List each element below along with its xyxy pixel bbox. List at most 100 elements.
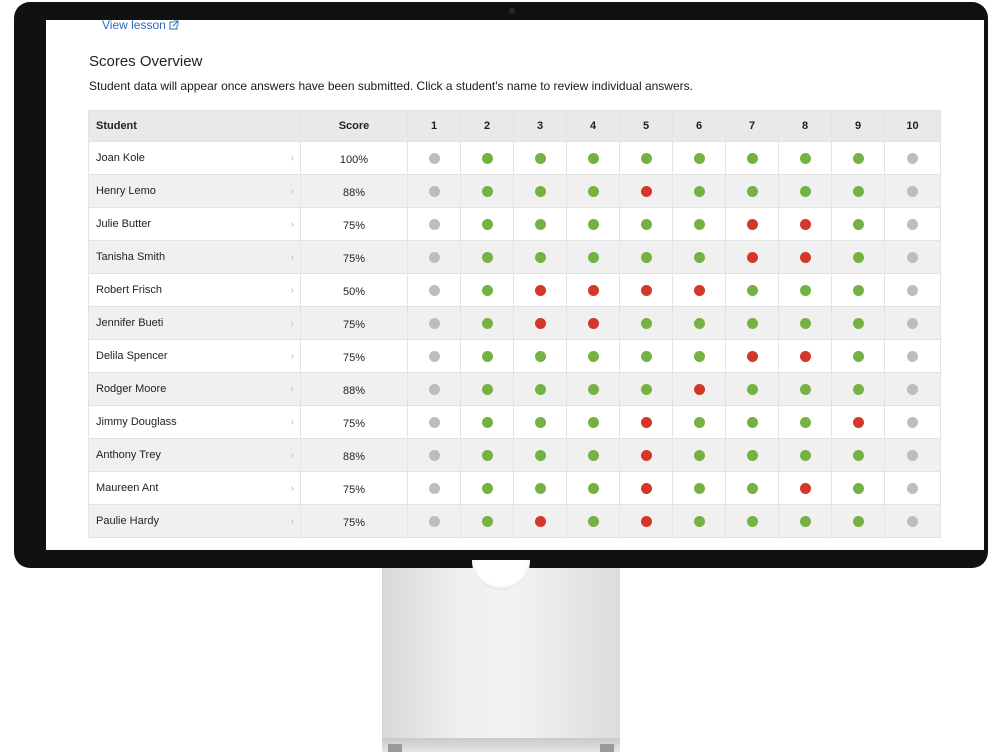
answer-cell-q10 <box>884 372 941 406</box>
answer-cell-q9 <box>831 339 885 373</box>
student-name-link[interactable]: Delila Spencer › <box>96 350 300 362</box>
answer-cell-q5 <box>619 405 673 439</box>
answer-status-correct-icon <box>693 185 705 197</box>
chevron-right-icon: › <box>290 383 294 395</box>
student-name: Anthony Trey <box>96 449 161 461</box>
header-question-1: 1 <box>407 110 461 142</box>
stand-foot-left <box>388 744 402 752</box>
answer-status-not-answered-icon <box>907 218 918 230</box>
student-name-link[interactable]: Anthony Trey › <box>96 449 300 461</box>
answer-status-not-answered-icon <box>428 383 440 395</box>
student-name-link[interactable]: Joan Kole › <box>96 152 300 164</box>
answer-cell-q3 <box>513 372 567 406</box>
answer-cell-q4 <box>566 240 620 274</box>
answer-cell-q8 <box>778 306 832 340</box>
answer-status-correct-icon <box>587 449 599 461</box>
answer-status-correct-icon <box>746 383 758 395</box>
monitor-screen: View lesson Scores Overview Student data… <box>46 20 984 550</box>
student-name-cell[interactable]: Julie Butter › <box>88 207 301 241</box>
answer-status-not-answered-icon <box>428 350 440 362</box>
answer-status-correct-icon <box>587 218 599 230</box>
answer-cell-q2 <box>460 141 514 175</box>
answer-status-incorrect-icon <box>640 185 652 197</box>
table-row: Julie Butter › 75% <box>88 207 941 241</box>
answer-cell-q5 <box>619 372 673 406</box>
student-name-cell[interactable]: Tanisha Smith › <box>88 240 301 274</box>
answer-status-correct-icon <box>693 152 705 164</box>
student-name-link[interactable]: Jimmy Douglass › <box>96 416 300 428</box>
answer-cell-q5 <box>619 471 673 505</box>
answer-cell-q1 <box>407 339 461 373</box>
student-name-link[interactable]: Henry Lemo › <box>96 185 300 197</box>
student-name-cell[interactable]: Rodger Moore › <box>88 372 301 406</box>
student-name-link[interactable]: Tanisha Smith › <box>96 251 300 263</box>
answer-cell-q10 <box>884 174 941 208</box>
answer-cell-q5 <box>619 207 673 241</box>
answer-status-correct-icon <box>693 350 705 362</box>
student-name-cell[interactable]: Paulie Hardy › <box>88 504 301 538</box>
answer-cell-q7 <box>725 141 779 175</box>
student-name-cell[interactable]: Henry Lemo › <box>88 174 301 208</box>
answer-status-incorrect-icon <box>799 218 811 230</box>
answer-status-correct-icon <box>587 251 599 263</box>
score-cell: 75% <box>300 405 408 439</box>
answer-status-correct-icon <box>640 317 652 329</box>
student-name-link[interactable]: Maureen Ant › <box>96 482 300 494</box>
student-name-cell[interactable]: Jennifer Bueti › <box>88 306 301 340</box>
answer-status-incorrect-icon <box>746 251 758 263</box>
answer-cell-q4 <box>566 174 620 208</box>
student-name-link[interactable]: Jennifer Bueti › <box>96 317 300 329</box>
student-name: Rodger Moore <box>96 383 167 395</box>
student-name-cell[interactable]: Anthony Trey › <box>88 438 301 472</box>
score-cell: 100% <box>300 141 408 175</box>
answer-cell-q6 <box>672 438 726 472</box>
view-lesson-link[interactable]: View lesson <box>102 20 179 32</box>
header-question-7: 7 <box>725 110 779 142</box>
answer-status-correct-icon <box>852 383 864 395</box>
student-name-cell[interactable]: Joan Kole › <box>88 141 301 175</box>
answer-status-incorrect-icon <box>640 449 652 461</box>
answer-status-incorrect-icon <box>693 383 705 395</box>
answer-status-correct-icon <box>693 251 705 263</box>
answer-status-correct-icon <box>481 251 493 263</box>
score-cell: 88% <box>300 372 408 406</box>
answer-cell-q1 <box>407 372 461 406</box>
answer-status-incorrect-icon <box>852 416 864 428</box>
answer-cell-q1 <box>407 306 461 340</box>
student-name-link[interactable]: Julie Butter › <box>96 218 300 230</box>
student-name-cell[interactable]: Robert Frisch › <box>88 273 301 307</box>
answer-cell-q1 <box>407 207 461 241</box>
answer-status-incorrect-icon <box>534 515 546 527</box>
answer-cell-q4 <box>566 207 620 241</box>
answer-cell-q2 <box>460 372 514 406</box>
student-name-cell[interactable]: Delila Spencer › <box>88 339 301 373</box>
answer-status-correct-icon <box>746 449 758 461</box>
answer-cell-q4 <box>566 273 620 307</box>
table-row: Maureen Ant › 75% <box>88 471 941 505</box>
answer-cell-q7 <box>725 471 779 505</box>
score-cell: 75% <box>300 207 408 241</box>
score-value: 75% <box>342 483 366 496</box>
chevron-right-icon: › <box>290 482 294 494</box>
answer-status-incorrect-icon <box>587 284 599 296</box>
answer-cell-q9 <box>831 141 885 175</box>
chevron-right-icon: › <box>290 350 294 362</box>
answer-cell-q4 <box>566 438 620 472</box>
answer-status-not-answered-icon <box>428 416 440 428</box>
answer-status-not-answered-icon <box>907 251 918 263</box>
student-name: Delila Spencer <box>96 350 168 362</box>
student-name-link[interactable]: Robert Frisch › <box>96 284 300 296</box>
answer-cell-q7 <box>725 273 779 307</box>
answer-cell-q3 <box>513 504 567 538</box>
answer-status-correct-icon <box>746 416 758 428</box>
student-name-cell[interactable]: Maureen Ant › <box>88 471 301 505</box>
answer-status-correct-icon <box>534 152 546 164</box>
answer-cell-q6 <box>672 504 726 538</box>
answer-status-correct-icon <box>746 185 758 197</box>
answer-status-correct-icon <box>481 185 493 197</box>
monitor-frame: View lesson Scores Overview Student data… <box>14 2 988 568</box>
student-name-link[interactable]: Rodger Moore › <box>96 383 300 395</box>
student-name-cell[interactable]: Jimmy Douglass › <box>88 405 301 439</box>
student-name-link[interactable]: Paulie Hardy › <box>96 515 300 527</box>
answer-cell-q8 <box>778 438 832 472</box>
